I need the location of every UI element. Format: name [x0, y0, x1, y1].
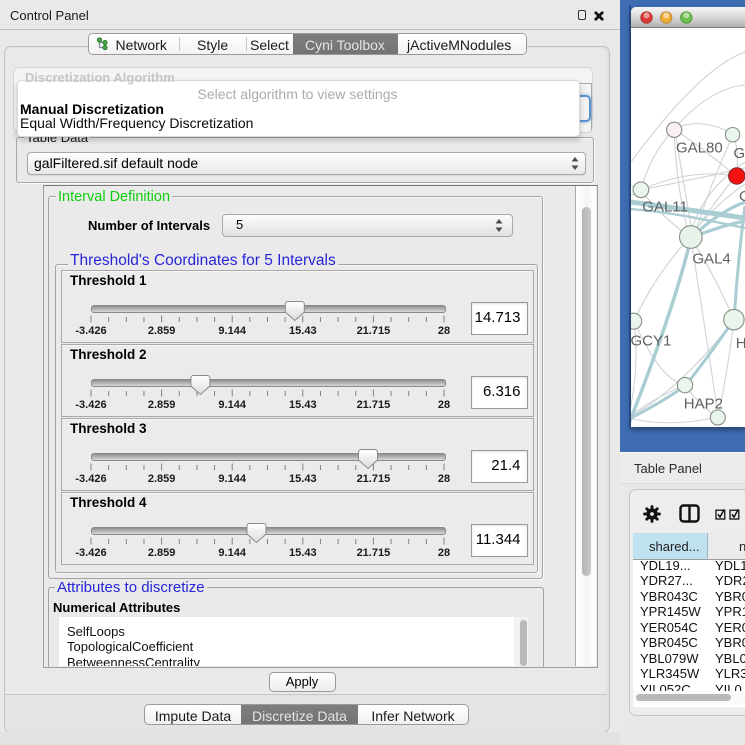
- svg-text:GAL4: GAL4: [692, 251, 730, 268]
- svg-text:GA: GA: [734, 145, 745, 162]
- svg-text:HAP2: HAP2: [684, 396, 723, 413]
- svg-text:GAL11: GAL11: [642, 199, 688, 216]
- svg-text:C: C: [739, 188, 745, 205]
- svg-text:H: H: [736, 335, 745, 352]
- svg-text:GAL80: GAL80: [676, 140, 723, 157]
- svg-text:GCY1: GCY1: [631, 333, 671, 350]
